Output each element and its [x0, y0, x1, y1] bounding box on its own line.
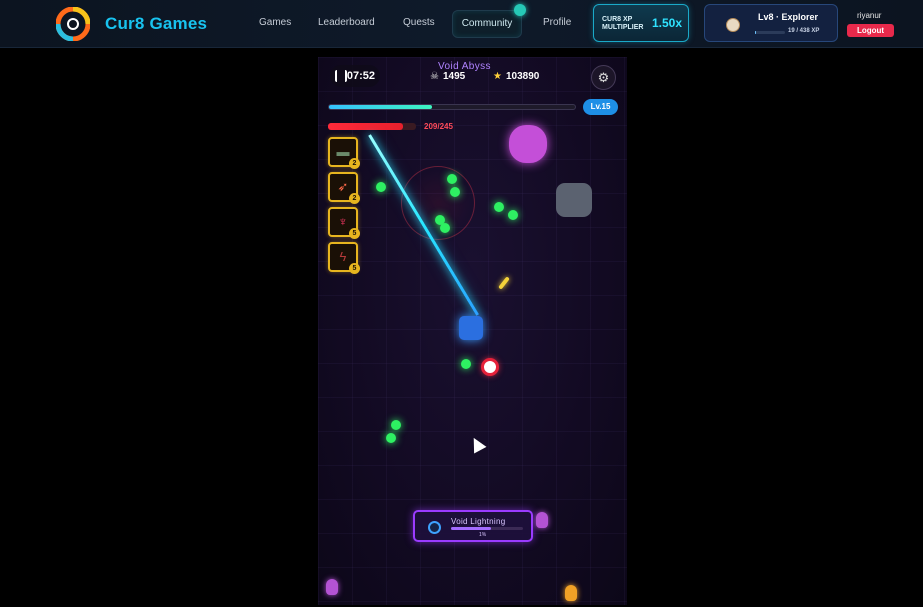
top-navbar: Cur8 Games Games Leaderboard Quests Comm… — [0, 0, 923, 48]
weapon-slot-rocket[interactable]: ➶ 2 — [328, 172, 360, 204]
skull-icon: ☠ — [430, 71, 439, 82]
brand-name[interactable]: Cur8 Games — [105, 14, 207, 34]
orange-ghost-enemy — [565, 585, 577, 601]
kill-count: ☠ 1495 — [430, 71, 465, 82]
health-text: 209/245 — [424, 122, 453, 131]
pause-icon[interactable] — [335, 70, 347, 82]
xp-orb — [440, 223, 450, 233]
vortex-icon — [428, 521, 441, 534]
logout-button[interactable]: Logout — [847, 24, 894, 37]
health-bar — [328, 123, 416, 130]
ability-bar — [451, 527, 523, 530]
gear-icon: ⚙ — [597, 70, 610, 85]
xp-multiplier-card: CUR8 XP MULTIPLIER 1.50x — [593, 4, 689, 42]
weapon-slot-lightning[interactable]: ϟ5 — [328, 242, 360, 274]
pink-blob-enemy — [509, 125, 547, 163]
rocket-icon: ➶ — [337, 179, 349, 194]
avatar — [726, 18, 740, 32]
weapon-slot-demon[interactable]: ♆ 5 — [328, 207, 360, 239]
nav-link-quests[interactable]: Quests — [403, 17, 435, 28]
timer: 07:52 — [330, 65, 380, 87]
slot-count: 5 — [349, 263, 360, 274]
ability-card: Void Lightning 1% — [413, 510, 533, 542]
score: ★ 103890 — [493, 71, 539, 82]
level-badge: Lv.15 — [583, 99, 618, 115]
user-level-card[interactable]: Lv8 · Explorer 19 / 438 XP — [704, 4, 838, 42]
username: riyanur — [857, 11, 882, 20]
star-icon: ★ — [493, 71, 502, 82]
slot-count: 2 — [349, 158, 360, 169]
user-xp-fill — [755, 31, 757, 34]
xp-orb — [450, 187, 460, 197]
ability-percent: 1% — [479, 532, 487, 538]
ability-fill — [451, 527, 491, 530]
missile-projectile — [498, 276, 510, 290]
xp-orb — [508, 210, 518, 220]
player-ship — [459, 316, 483, 340]
gun-icon: ▬ — [336, 144, 350, 159]
nav-link-leaderboard[interactable]: Leaderboard — [318, 17, 375, 28]
xp-multiplier-label: CUR8 XP MULTIPLIER — [602, 16, 644, 31]
weapon-slot-gun[interactable]: ▬ 2 — [328, 137, 360, 169]
nav-link-profile[interactable]: Profile — [543, 17, 571, 28]
notification-dot — [514, 4, 526, 16]
xp-multiplier-value: 1.50x — [652, 16, 683, 30]
settings-button[interactable]: ⚙ — [591, 65, 616, 90]
robot-enemy — [556, 183, 592, 217]
level-xp-fill — [329, 105, 433, 109]
user-xp-text: 19 / 438 XP — [788, 28, 820, 34]
slot-count: 5 — [349, 228, 360, 239]
xp-orb — [386, 433, 396, 443]
xp-orb — [376, 182, 386, 192]
xp-orb — [494, 202, 504, 212]
nav-link-games[interactable]: Games — [259, 17, 291, 28]
health-fill — [328, 123, 404, 130]
purple-ghost-enemy — [326, 579, 338, 595]
nav-link-community[interactable]: Community — [452, 10, 522, 38]
level-xp-bar — [328, 104, 576, 110]
cur8-logo-icon[interactable] — [56, 7, 90, 41]
xp-orb — [447, 174, 457, 184]
user-xp-bar — [755, 31, 785, 34]
lightning-icon: ϟ — [339, 249, 347, 264]
purple-ghost-enemy — [536, 512, 548, 528]
score-value: 103890 — [505, 71, 540, 82]
demon-icon: ♆ — [338, 214, 348, 229]
slot-count: 2 — [349, 193, 360, 204]
kill-count-value: 1495 — [442, 71, 466, 82]
xp-orb — [461, 359, 471, 369]
user-level-label: Lv8 · Explorer — [758, 12, 819, 22]
timer-value: 07:52 — [346, 70, 375, 82]
target-marker — [481, 358, 499, 376]
game-canvas[interactable]: 07:52 Void Abyss ☠ 1495 ★ 103890 ⚙ Lv.15 2… — [318, 57, 627, 605]
ability-name: Void Lightning — [451, 517, 506, 526]
xp-orb — [391, 420, 401, 430]
